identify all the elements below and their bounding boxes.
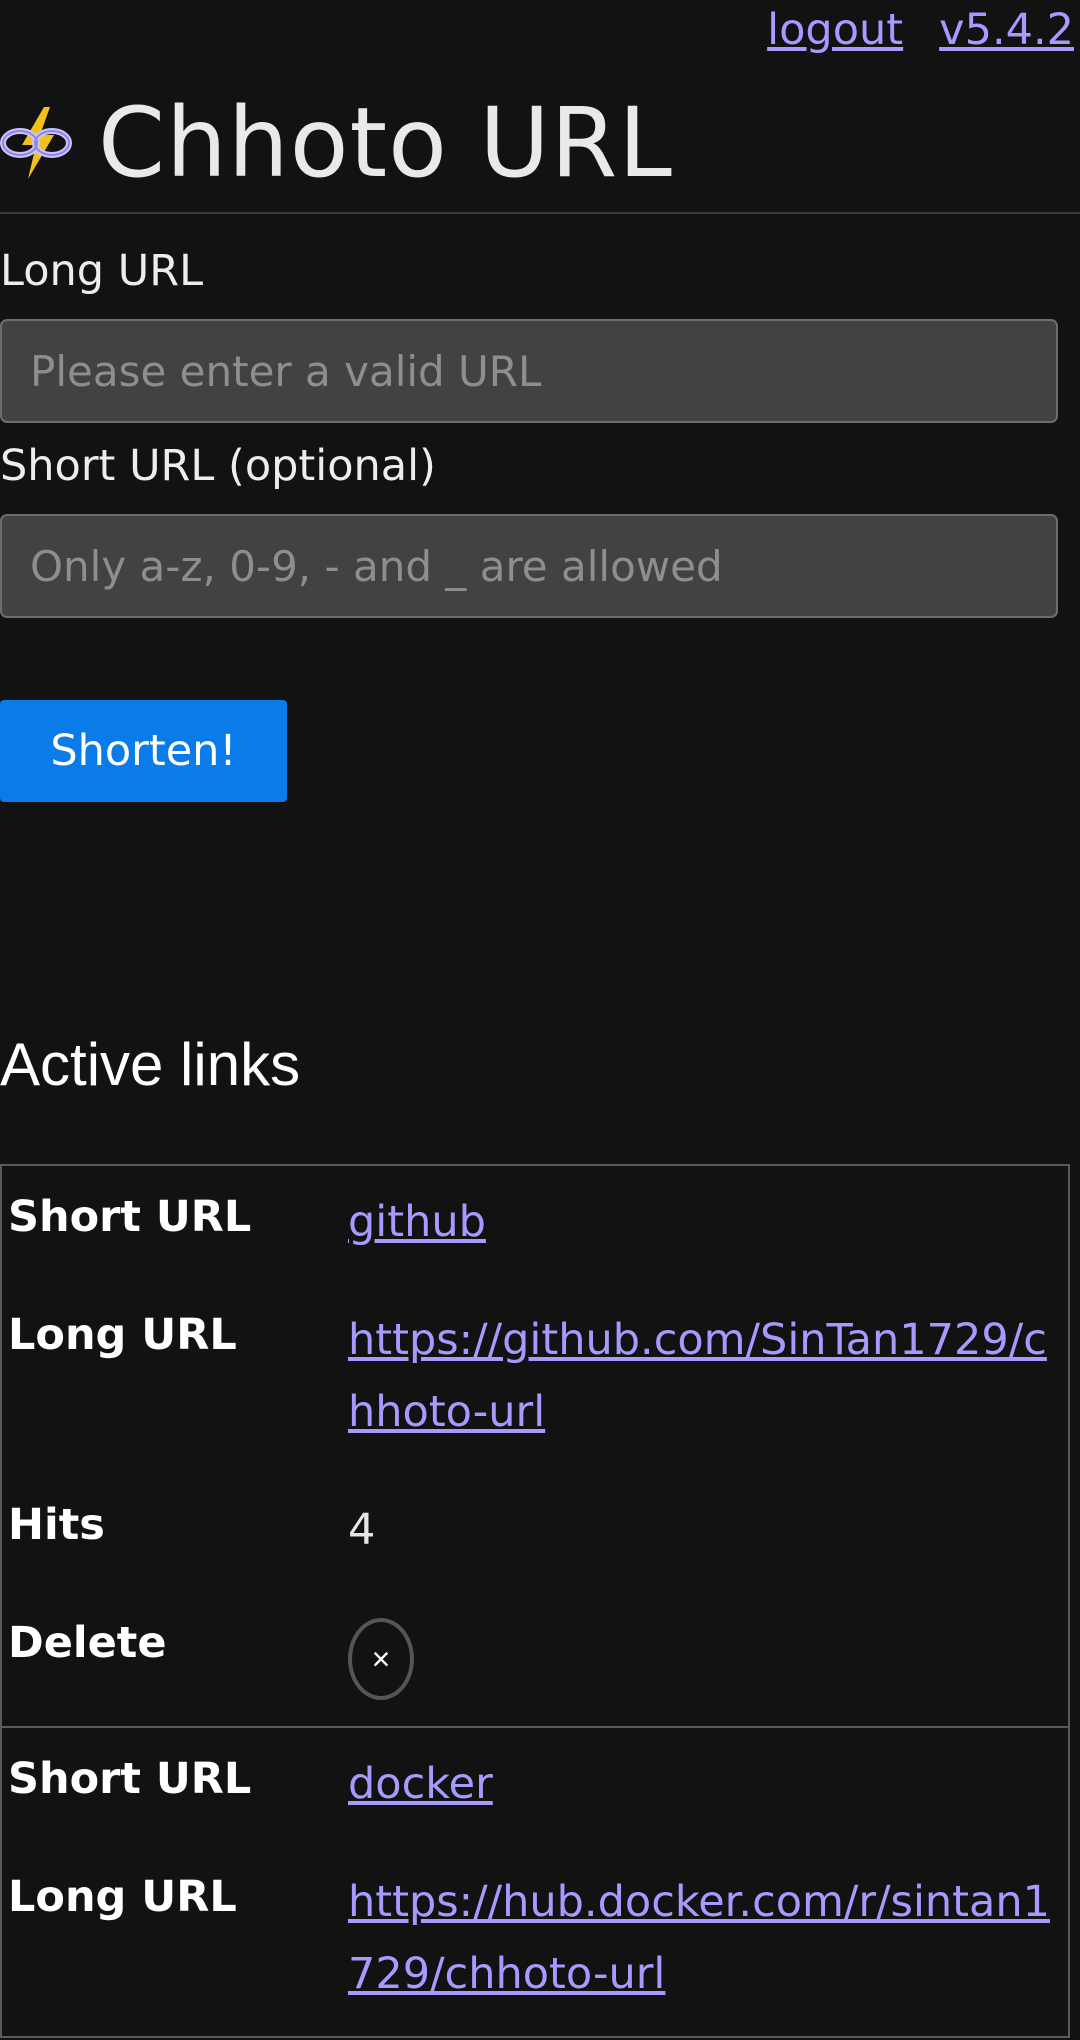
app-title: Chhoto URL [98, 87, 673, 199]
hits-row: Hits 4 [2, 1488, 1068, 1572]
shorten-button[interactable]: Shorten! [0, 700, 287, 802]
long-url-row: Long URL https://github.com/SinTan1729/c… [2, 1298, 1068, 1454]
long-url-row-label: Long URL [8, 1310, 237, 1360]
short-url-row: Short URL docker [2, 1742, 1068, 1826]
link-entry: Short URL docker Long URL https://hub.do… [2, 1728, 1068, 2038]
app-header: Chhoto URL [0, 78, 673, 208]
link-entry: Short URL github Long URL https://github… [2, 1166, 1068, 1728]
logout-link[interactable]: logout [767, 5, 903, 55]
short-url-row-label: Short URL [8, 1754, 252, 1804]
chain-link-lightning-icon [0, 107, 72, 179]
delete-row: Delete × [2, 1606, 1068, 1706]
short-url-input[interactable] [0, 514, 1058, 618]
delete-button[interactable]: × [348, 1618, 414, 1700]
short-url-link[interactable]: github [348, 1197, 486, 1247]
long-url-input[interactable] [0, 319, 1058, 423]
active-links-title: Active links [0, 1031, 301, 1098]
hits-row-label: Hits [8, 1500, 105, 1550]
top-nav: logout v5.4.2 [767, 0, 1074, 60]
short-url-label: Short URL (optional) [0, 441, 436, 491]
close-icon: × [371, 1640, 391, 1677]
long-url-link[interactable]: https://github.com/SinTan1729/chhoto-url [348, 1315, 1047, 1437]
long-url-row-label: Long URL [8, 1872, 237, 1922]
active-links-table: Short URL github Long URL https://github… [0, 1164, 1070, 2038]
short-url-row: Short URL github [2, 1180, 1068, 1264]
version-link[interactable]: v5.4.2 [939, 5, 1074, 55]
shorten-form: Long URL Short URL (optional) [0, 250, 1060, 618]
long-url-label: Long URL [0, 246, 204, 296]
long-url-row: Long URL https://hub.docker.com/r/sintan… [2, 1860, 1068, 2016]
short-url-link[interactable]: docker [348, 1759, 493, 1809]
hits-value: 4 [348, 1505, 376, 1555]
long-url-link[interactable]: https://hub.docker.com/r/sintan1729/chho… [348, 1877, 1050, 1999]
short-url-row-label: Short URL [8, 1192, 252, 1242]
delete-row-label: Delete [8, 1618, 167, 1668]
header-divider [0, 212, 1080, 214]
